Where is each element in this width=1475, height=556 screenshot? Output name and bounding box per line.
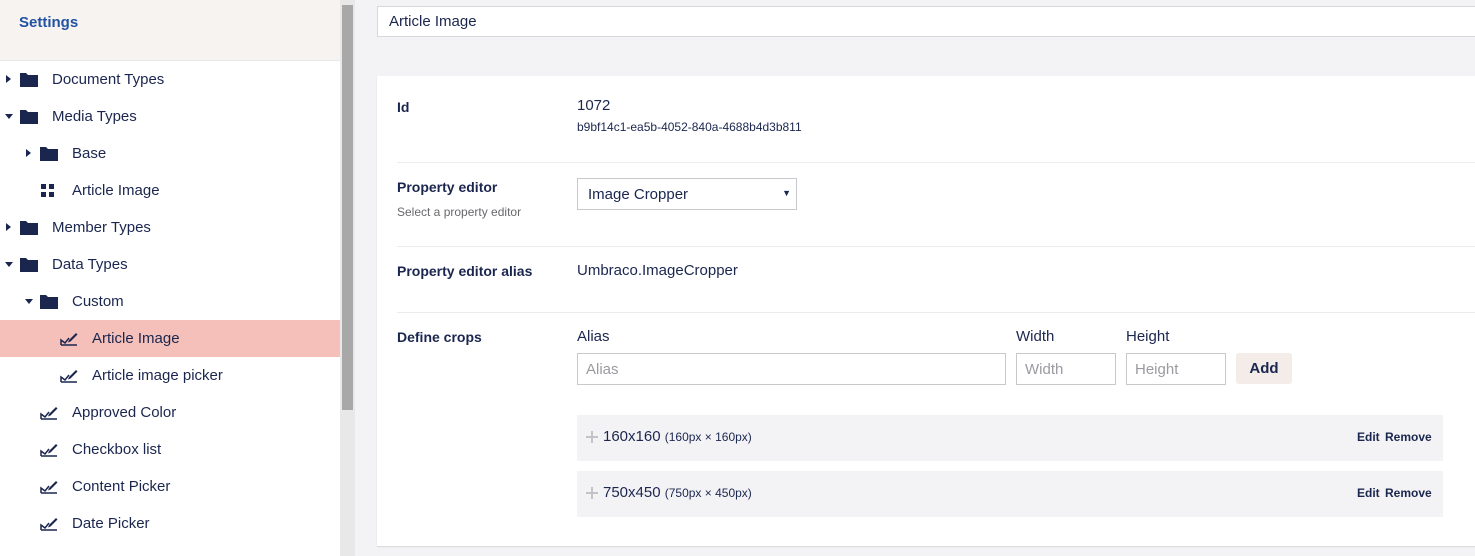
remove-crop-button[interactable]: Remove xyxy=(1385,430,1432,444)
crop-row[interactable]: 160x160 (160px × 160px) Edit Remove xyxy=(577,415,1443,461)
caret-down-icon[interactable] xyxy=(5,114,13,119)
crop-title: 750x450 (750px × 450px) xyxy=(603,484,752,501)
property-editor-selected: Image Cropper xyxy=(588,186,689,203)
remove-crop-button[interactable]: Remove xyxy=(1385,486,1432,500)
datatype-icon xyxy=(60,333,78,346)
datatype-icon xyxy=(40,481,58,494)
editor-panel: Id 1072 b9bf14c1-ea5b-4052-840a-4688b4d3… xyxy=(377,76,1475,546)
crop-dimensions: (750px × 450px) xyxy=(664,486,752,500)
crop-width-input[interactable] xyxy=(1016,353,1116,385)
tree-header: Settings xyxy=(0,0,340,61)
id-value: 1072 xyxy=(577,97,611,114)
datatype-name: Article Image xyxy=(389,13,477,30)
property-editor-hint: Select a property editor xyxy=(397,205,522,219)
datatype-icon xyxy=(40,518,58,531)
tree-item-base[interactable]: Base xyxy=(0,135,340,172)
guid-value: b9bf14c1-ea5b-4052-840a-4688b4d3b811 xyxy=(577,120,802,134)
tree-item-article-image-media[interactable]: Article Image xyxy=(0,172,340,209)
tree-title[interactable]: Settings xyxy=(19,14,78,31)
caret-right-icon[interactable] xyxy=(6,75,11,83)
scrollbar-thumb[interactable] xyxy=(342,5,353,410)
crop-title: 160x160 (160px × 160px) xyxy=(603,428,752,445)
tree-scrollbar[interactable] xyxy=(340,0,355,556)
edit-crop-button[interactable]: Edit xyxy=(1357,486,1380,500)
folder-icon xyxy=(20,258,38,272)
property-editor-alias-label: Property editor alias xyxy=(397,263,533,279)
tree-item-label: Article Image xyxy=(92,330,180,347)
drag-handle-icon[interactable] xyxy=(586,431,598,443)
tree-item-label: Content Picker xyxy=(72,478,171,495)
height-column-header: Height xyxy=(1126,328,1170,345)
caret-down-icon[interactable] xyxy=(5,262,13,267)
tree-item-checkbox-list[interactable]: Checkbox list xyxy=(0,431,340,468)
tree-item-label: Document Types xyxy=(52,71,165,88)
dropdown-arrow-icon[interactable]: ▼ xyxy=(782,188,791,198)
datatype-icon xyxy=(40,407,58,420)
tree-item-media-types[interactable]: Media Types xyxy=(0,98,340,135)
folder-icon xyxy=(40,147,58,161)
tree-item-label: Article image picker xyxy=(92,367,223,384)
tree-item-label: Approved Color xyxy=(72,404,177,421)
tree-item-article-image-datatype[interactable]: Article Image xyxy=(0,320,340,357)
tree-item-label: Data Types xyxy=(52,256,128,273)
folder-icon xyxy=(40,295,58,309)
tree-item-member-types[interactable]: Member Types xyxy=(0,209,340,246)
property-editor-alias-value: Umbraco.ImageCropper xyxy=(577,262,738,279)
tree-item-label: Article Image xyxy=(72,182,160,199)
alias-column-header: Alias xyxy=(577,328,610,345)
crop-alias-input[interactable] xyxy=(577,353,1006,385)
tree-item-label: Media Types xyxy=(52,108,137,125)
tree-item-document-types[interactable]: Document Types xyxy=(0,61,340,98)
divider xyxy=(397,162,1475,163)
datatype-icon xyxy=(60,370,78,383)
drag-handle-icon[interactable] xyxy=(586,487,598,499)
tree-item-data-types[interactable]: Data Types xyxy=(0,246,340,283)
tree-item-label: Date Picker xyxy=(72,515,150,532)
tree-item-approved-color[interactable]: Approved Color xyxy=(0,394,340,431)
tree-item-label: Checkbox list xyxy=(72,441,162,458)
property-editor-select[interactable]: Image Cropper ▼ xyxy=(577,178,797,210)
caret-right-icon[interactable] xyxy=(6,223,11,231)
crop-name: 160x160 xyxy=(603,428,661,445)
define-crops-label: Define crops xyxy=(397,329,482,345)
tree-item-label: Member Types xyxy=(52,219,151,236)
id-label: Id xyxy=(397,99,410,115)
settings-tree: Settings Document Types Media Types Base… xyxy=(0,0,340,556)
crop-name: 750x450 xyxy=(603,484,661,501)
add-crop-button[interactable]: Add xyxy=(1236,353,1292,384)
caret-down-icon[interactable] xyxy=(25,299,33,304)
caret-right-icon[interactable] xyxy=(26,149,31,157)
folder-icon xyxy=(20,73,38,87)
datatype-icon xyxy=(40,444,58,457)
crop-height-input[interactable] xyxy=(1126,353,1226,385)
folder-icon xyxy=(20,221,38,235)
divider xyxy=(397,312,1475,313)
folder-icon xyxy=(20,110,38,124)
crop-dimensions: (160px × 160px) xyxy=(664,430,752,444)
tree-item-date-picker[interactable]: Date Picker xyxy=(0,505,340,542)
tree-item-content-picker[interactable]: Content Picker xyxy=(0,468,340,505)
tree-item-custom[interactable]: Custom xyxy=(0,283,340,320)
datatype-name-field[interactable]: Article Image xyxy=(377,6,1475,37)
tree-item-article-image-picker[interactable]: Article image picker xyxy=(0,357,340,394)
width-column-header: Width xyxy=(1016,328,1055,345)
edit-crop-button[interactable]: Edit xyxy=(1357,430,1380,444)
grid-icon xyxy=(41,184,54,197)
tree-item-label: Base xyxy=(72,145,107,162)
divider xyxy=(397,246,1475,247)
property-editor-label: Property editor xyxy=(397,179,498,195)
crop-row[interactable]: 750x450 (750px × 450px) Edit Remove xyxy=(577,471,1443,517)
tree-item-label: Custom xyxy=(72,293,124,310)
